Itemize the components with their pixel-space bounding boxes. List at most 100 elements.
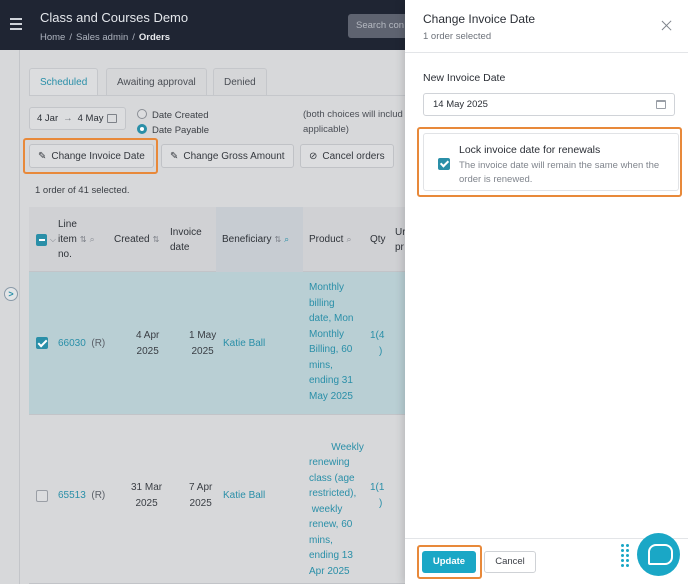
calendar-icon — [107, 114, 117, 123]
radio-date-payable[interactable]: Date Payable — [137, 124, 209, 136]
left-rail: > — [0, 50, 20, 584]
qty-cell[interactable]: 1(4) — [370, 328, 384, 359]
arrow-right-icon: → — [63, 113, 73, 124]
col-invoice-date[interactable]: Invoice date — [170, 207, 214, 272]
date-to: 4 May — [77, 113, 104, 124]
sort-icon[interactable]: ⇅ — [274, 232, 281, 247]
invoice-date: 1 May — [189, 330, 217, 341]
radio-button[interactable] — [137, 109, 147, 119]
tab-denied[interactable]: Denied — [213, 68, 267, 95]
search-icon[interactable]: ⌕ — [284, 232, 289, 247]
row-checkbox[interactable] — [36, 490, 48, 502]
tab-awaiting-approval[interactable]: Awaiting approval — [106, 68, 207, 95]
col-label: Created — [114, 234, 150, 245]
table-row[interactable]: 66030 (R) 4 Apr 2025 1 May 2025 Katie Ball… — [29, 272, 405, 415]
beneficiary-link[interactable]: Katie Ball — [223, 336, 265, 352]
invoice-date-cell: 7 Apr 2025 — [189, 480, 212, 511]
col-label-line1: Line — [58, 219, 77, 230]
button-label: Change Invoice Date — [51, 151, 145, 162]
chevron-down-icon[interactable]: ⌵ — [50, 232, 56, 247]
change-gross-amount-button[interactable]: ✎ Change Gross Amount — [161, 144, 294, 168]
lock-renewals-checkbox[interactable] — [438, 158, 450, 170]
product-line: Monthly — [309, 282, 345, 293]
search-icon[interactable]: ⌕ — [90, 232, 95, 247]
col-label: Ur pr — [395, 225, 405, 255]
product-line: ending 13 — [309, 550, 353, 561]
expand-sidebar-icon[interactable]: > — [4, 287, 18, 301]
checkbox[interactable] — [36, 233, 47, 246]
sort-icon[interactable]: ⇅ — [80, 232, 87, 247]
line-item-cell: 66030 (R) — [58, 336, 105, 352]
col-product[interactable]: Product ⌕ — [309, 207, 367, 272]
product-line: mins, — [309, 359, 333, 371]
change-invoice-date-button[interactable]: ✎ Change Invoice Date — [29, 144, 154, 168]
panel-title: Change Invoice Date — [423, 12, 536, 26]
ban-icon: ⊘ — [309, 151, 318, 162]
radio-date-created[interactable]: Date Created — [137, 109, 209, 121]
row-checkbox[interactable] — [36, 337, 48, 349]
product-line: weekly — [309, 503, 343, 515]
col-label: Line item no. — [58, 217, 77, 262]
col-beneficiary[interactable]: Beneficiary ⇅ ⌕ — [216, 207, 303, 272]
line-item-link[interactable]: 66030 — [58, 338, 86, 349]
col-label-line2: item — [58, 234, 77, 245]
qty-cell[interactable]: 1(1) — [370, 480, 384, 511]
beneficiary-link[interactable]: Katie Ball — [223, 488, 265, 504]
product-line: renewing — [309, 457, 350, 468]
radio-button-selected[interactable] — [137, 124, 147, 134]
hamburger-menu-icon[interactable] — [10, 18, 22, 30]
product-line: Billing, 60 — [309, 344, 353, 355]
product-line: restricted), — [309, 488, 357, 499]
line-item-link[interactable]: 65513 — [58, 490, 86, 501]
invoice-year: 2025 — [191, 345, 214, 357]
close-icon[interactable] — [661, 20, 672, 31]
product-line: Apr 2025 — [309, 565, 350, 577]
chat-support-icon[interactable] — [637, 533, 680, 576]
lock-renewal-option[interactable]: Lock invoice date for renewals The invoi… — [423, 133, 679, 191]
col-unit-price[interactable]: Ur pr — [395, 207, 405, 272]
select-all-checkbox[interactable]: ⌵ — [36, 207, 56, 272]
update-button[interactable]: Update — [422, 551, 476, 573]
line-item-cell: 65513 (R) — [58, 488, 105, 504]
new-invoice-date-label: New Invoice Date — [423, 72, 506, 84]
created-cell: 4 Apr 2025 — [136, 328, 159, 359]
col-label-line2: pr — [395, 241, 404, 253]
sort-icon[interactable]: ⇅ — [153, 232, 160, 247]
drag-handle-icon[interactable] — [621, 544, 629, 568]
tab-scheduled[interactable]: Scheduled — [29, 68, 99, 95]
filter-note: (both choices will includ — [303, 109, 403, 120]
col-created[interactable]: Created ⇅ — [114, 207, 166, 272]
product-link[interactable]: Weekly renewing class (age restricted), wee… — [309, 424, 364, 584]
product-line: renew, 60 — [309, 519, 353, 530]
created-year: 2025 — [136, 345, 159, 357]
table-row[interactable]: 65513 (R) 31 Mar 2025 7 Apr 2025 Katie Bal… — [29, 416, 405, 584]
invoice-date: 7 Apr — [189, 482, 213, 493]
product-line: ending 31 — [309, 375, 353, 386]
product-line: billing — [309, 297, 335, 309]
breadcrumb-home[interactable]: Home — [40, 32, 65, 43]
col-label: Beneficiary — [222, 234, 272, 245]
breadcrumb-sales-admin[interactable]: Sales admin — [76, 32, 128, 43]
orders-table: ⌵ Line item no. ⇅ ⌕ Created ⇅ Invoice date Be… — [29, 207, 405, 584]
product-line: mins, — [309, 534, 333, 546]
cancel-orders-button[interactable]: ⊘ Cancel orders — [300, 144, 394, 168]
cancel-button[interactable]: Cancel — [484, 551, 536, 573]
invoice-year: 2025 — [189, 497, 212, 509]
tab-divider — [29, 95, 409, 96]
invoice-date-cell: 1 May 2025 — [189, 328, 216, 359]
col-label: Invoice date — [170, 225, 202, 255]
search-icon[interactable]: ⌕ — [346, 232, 351, 247]
qty-line: ) — [379, 497, 383, 509]
col-label-line1: Ur — [395, 226, 405, 238]
lock-option-title: Lock invoice date for renewals — [459, 144, 601, 156]
created-year: 2025 — [135, 497, 158, 509]
breadcrumb: Home / Sales admin / Orders — [40, 32, 171, 43]
col-qty[interactable]: Qty — [370, 207, 392, 272]
col-line-item[interactable]: Line item no. ⇅ ⌕ — [58, 207, 110, 272]
button-label: Cancel orders — [322, 151, 385, 162]
invoice-date-input[interactable] — [423, 93, 675, 116]
selection-count: 1 order of 41 selected. — [35, 185, 130, 196]
product-link[interactable]: Monthly billing date, Mon Monthly Billing, 6… — [309, 280, 353, 404]
date-range-picker[interactable]: 4 Jar → 4 May — [29, 107, 126, 130]
calendar-icon[interactable] — [656, 100, 666, 109]
